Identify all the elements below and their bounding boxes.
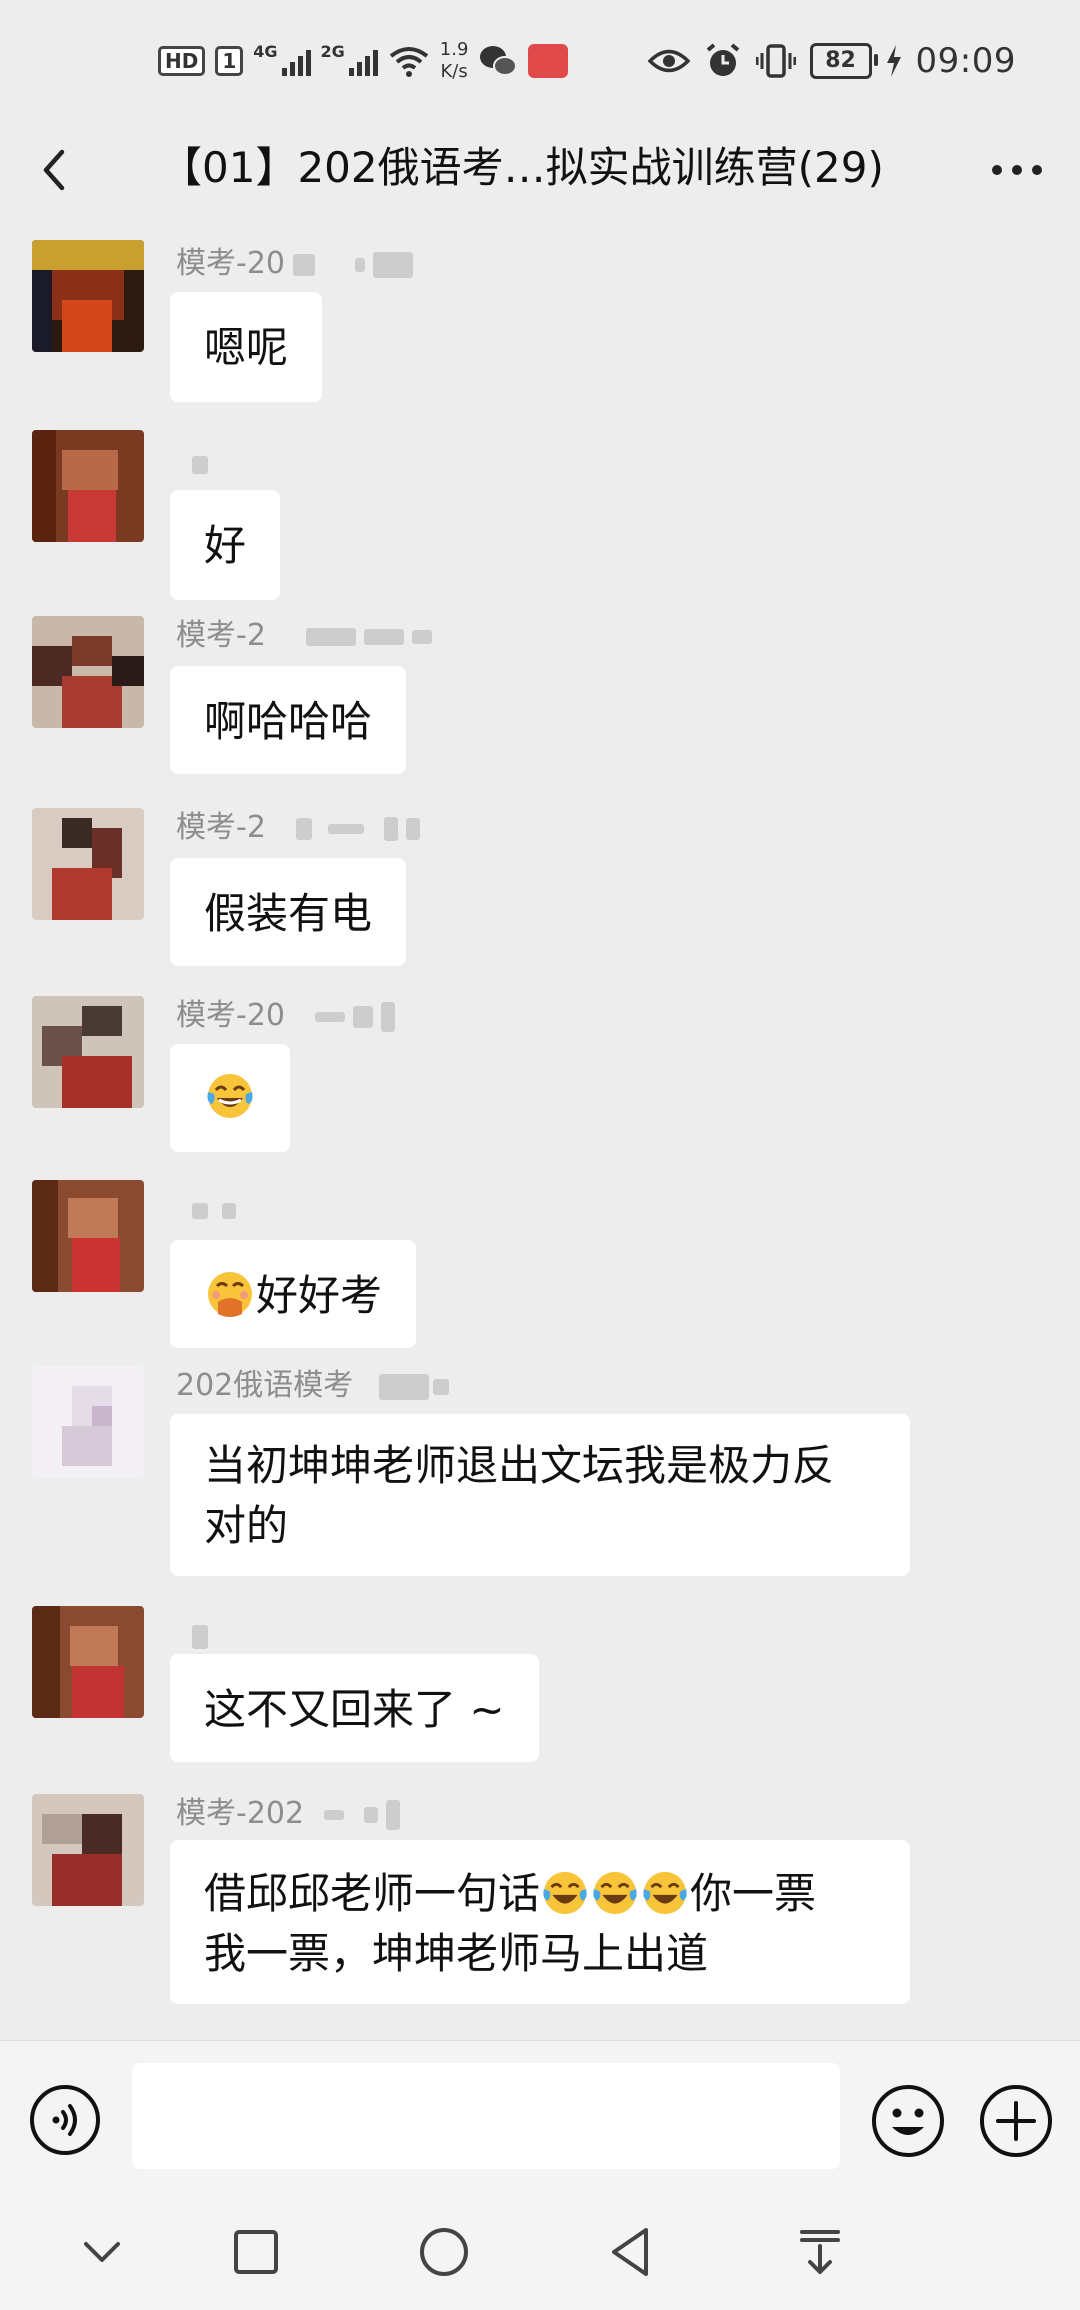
avatar[interactable] (32, 1366, 144, 1478)
message-text-line1: 当初坤坤老师退出文坛我是极力反 (204, 1441, 835, 1490)
wechat-icon (480, 46, 518, 76)
more-dots-icon[interactable] (982, 140, 1052, 200)
hand-over-mouth-emoji (208, 1272, 252, 1317)
message-bubble[interactable] (170, 1044, 290, 1152)
notification-pull-icon[interactable] (788, 2220, 852, 2284)
chevron-down-icon[interactable] (70, 2220, 134, 2284)
message-list[interactable]: 模考-20 嗯呢 好 模考-2 啊哈哈哈 模考-2 假装有电 模考-20 好好考… (0, 230, 1080, 2040)
net1-label: 4G (253, 41, 278, 61)
sender-name: 模考-20 (176, 244, 413, 284)
sender-name: 模考-20 (176, 996, 395, 1036)
hd-icon: HD (158, 46, 206, 76)
avatar[interactable] (32, 996, 144, 1108)
vibrate-icon (755, 44, 796, 78)
message-bubble[interactable]: 好好考 (170, 1240, 417, 1348)
sender-name: 模考-2 (176, 616, 432, 656)
avatar[interactable] (32, 430, 144, 542)
chevron-left-icon[interactable] (26, 140, 86, 200)
message-text-line1: 借邱邱老师一句话 你一票 (204, 1869, 817, 1918)
sender-name: 模考-2 (176, 808, 420, 848)
net-speed: 1.9 K/s (440, 39, 469, 83)
avatar[interactable] (32, 808, 144, 920)
avatar[interactable] (32, 616, 144, 728)
app-icon (528, 44, 569, 78)
avatar[interactable] (32, 1180, 144, 1292)
message-bubble[interactable]: 嗯呢 (170, 292, 323, 402)
sender-name (176, 1190, 236, 1230)
charging-icon (886, 45, 901, 77)
avatar[interactable] (32, 1606, 144, 1718)
signal-2g-icon (348, 46, 378, 76)
tears-of-joy-emoji (207, 1074, 253, 1118)
tears-of-joy-emoji (643, 1871, 687, 1915)
voice-icon[interactable] (28, 2083, 102, 2157)
message-bubble[interactable]: 当初坤坤老师退出文坛我是极力反 对的 (170, 1414, 910, 1576)
tears-of-joy-emoji (543, 1871, 587, 1915)
signal-4g-icon (281, 46, 311, 76)
message-bubble[interactable]: 这不又回来了 ~ (170, 1654, 539, 1762)
plus-icon[interactable] (978, 2083, 1054, 2159)
square-icon[interactable] (224, 2220, 288, 2284)
message-text-line2: 我一票，坤坤老师马上出道 (204, 1929, 709, 1978)
alarm-icon (706, 43, 739, 76)
eye-icon (647, 49, 690, 73)
sender-name: 202俄语模考 (176, 1366, 450, 1406)
input-bar (0, 2040, 1080, 2191)
message-bubble[interactable]: 好 (170, 490, 281, 600)
chat-title[interactable]: 【01】202俄语考…拟实战训练营(29) (160, 138, 920, 198)
sender-name (176, 444, 208, 484)
smiley-icon[interactable] (870, 2083, 946, 2159)
message-bubble[interactable]: 借邱邱老师一句话 你一票 我一票，坤坤老师马上出道 (170, 1840, 910, 2004)
avatar[interactable] (32, 240, 144, 352)
sim1-badge: 1 (215, 46, 244, 76)
message-text-line2: 对的 (204, 1501, 289, 1550)
message-input[interactable] (132, 2063, 840, 2169)
avatar[interactable] (32, 1794, 144, 1906)
system-nav-bar (0, 2190, 1080, 2310)
wifi-icon (389, 47, 429, 77)
triangle-back-icon[interactable] (600, 2220, 664, 2284)
chat-header: 【01】202俄语考…拟实战训练营(29) (0, 120, 1080, 220)
status-right: 82 09:09 (647, 34, 1016, 88)
sender-name: 模考-202 (176, 1794, 401, 1834)
status-bar: HD 1 4G 2G 1.9 K/s 82 09:09 (0, 0, 1080, 120)
battery-icon: 82 (809, 43, 878, 79)
speed-value: 1.9 (439, 39, 469, 60)
clock: 09:09 (915, 41, 1016, 81)
tears-of-joy-emoji (593, 1871, 637, 1915)
status-left: HD 1 4G 2G 1.9 K/s (158, 34, 569, 88)
circle-icon[interactable] (412, 2220, 476, 2284)
message-bubble[interactable]: 假装有电 (170, 858, 407, 966)
sender-name (176, 1616, 208, 1656)
speed-unit: K/s (440, 61, 468, 82)
net2-label: 2G (320, 41, 345, 61)
message-bubble[interactable]: 啊哈哈哈 (170, 666, 407, 774)
